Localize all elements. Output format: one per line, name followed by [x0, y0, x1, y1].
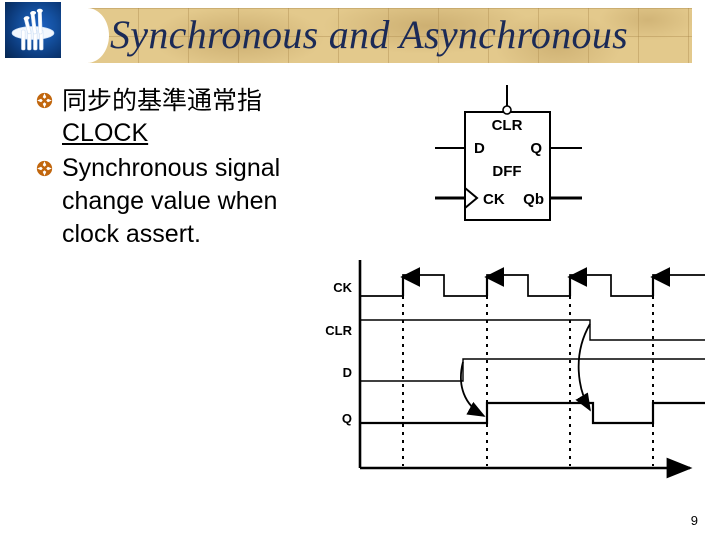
dff-pin-label-clr: CLR: [492, 117, 523, 134]
page-number: 9: [690, 513, 698, 528]
flower-bullet-icon: [36, 152, 62, 177]
signal-label-clr: CLR: [325, 323, 352, 338]
list-item-line: change value when: [62, 187, 278, 215]
flower-bullet-icon: [36, 84, 62, 109]
clr-inversion-bubble-icon: [502, 105, 512, 115]
list-item-line: CLOCK: [62, 119, 149, 147]
banner-notch-decoration: [87, 8, 109, 63]
list-item-text: 同步的基準通常指 CLOCK: [62, 84, 356, 150]
university-pillar-logo-icon: [11, 8, 55, 51]
list-item: 同步的基準通常指 CLOCK: [36, 84, 356, 150]
dff-pin-label-q: Q: [530, 140, 542, 157]
list-item-line: Synchronous signal: [62, 154, 281, 182]
bullet-list: 同步的基準通常指 CLOCK Synchronous signal change…: [36, 84, 356, 253]
signal-label-d: D: [343, 365, 352, 380]
list-item-line: clock assert.: [62, 220, 201, 248]
dff-body-label: DFF: [492, 163, 521, 180]
list-item-text: Synchronous signal change value when clo…: [62, 152, 356, 251]
timing-diagram: CK CLR D Q: [300, 250, 710, 490]
title-banner: Synchronous and Asynchronous: [87, 8, 692, 63]
waveform-q: [360, 401, 705, 425]
list-item-line: 同步的基準通常指: [62, 86, 263, 115]
university-logo: [5, 2, 61, 58]
clock-edge-triangle-icon: [464, 187, 479, 209]
dff-block-diagram: CLR D CK Q Qb DFF: [430, 80, 630, 230]
dff-pin-label-ck: CK: [483, 191, 505, 208]
page-title: Synchronous and Asynchronous: [110, 12, 628, 57]
timing-axes: [358, 260, 693, 479]
signal-label-q: Q: [342, 411, 352, 426]
annotation-arrow-d-to-q: [460, 361, 486, 417]
dashed-time-markers: [402, 280, 654, 466]
signal-label-ck: CK: [333, 280, 352, 295]
dff-pin-label-qb: Qb: [523, 191, 544, 208]
list-item: Synchronous signal change value when clo…: [36, 152, 356, 251]
dff-pin-label-d: D: [474, 140, 485, 157]
annotation-arrow-clr-to-q: [575, 323, 591, 412]
